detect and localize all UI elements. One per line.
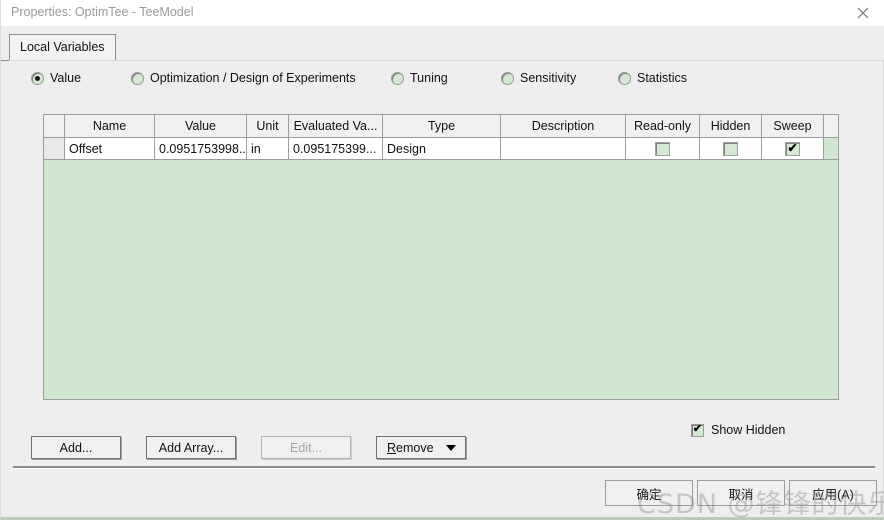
- radio-tuning-label: Tuning: [410, 71, 448, 85]
- cell-trailing: [824, 138, 838, 159]
- radio-tuning[interactable]: Tuning: [391, 66, 448, 90]
- grid-header-read-only[interactable]: Read-only: [626, 115, 700, 137]
- grid-empty-area[interactable]: [44, 160, 838, 399]
- remove-rest-label: emove: [396, 440, 434, 455]
- cell-sweep[interactable]: ✔: [762, 138, 824, 159]
- radio-statistics[interactable]: Statistics: [618, 66, 687, 90]
- footer-separator: [13, 466, 875, 469]
- sweep-check-icon: ✔: [787, 141, 798, 155]
- tab-local-variables[interactable]: Local Variables: [9, 34, 116, 61]
- grid-header-type[interactable]: Type: [383, 115, 501, 137]
- radio-statistics-mark: [618, 71, 631, 85]
- radio-tuning-mark: [391, 71, 404, 85]
- radio-optimization-doe-label: Optimization / Design of Experiments: [150, 71, 356, 85]
- grid-header-value[interactable]: Value: [155, 115, 247, 137]
- tab-underline-left: [1, 60, 9, 61]
- properties-dialog-window: Properties: OptimTee - TeeModel Local Va…: [0, 0, 884, 520]
- add-button-label: Add...: [59, 440, 93, 455]
- radio-value[interactable]: Value: [31, 66, 81, 90]
- radio-sensitivity-mark: [501, 71, 514, 85]
- table-row[interactable]: Offset 0.0951753998... in 0.095175399...…: [44, 138, 838, 160]
- grid-header-unit[interactable]: Unit: [247, 115, 289, 137]
- add-button[interactable]: Add...: [31, 436, 121, 459]
- row-selector-cell[interactable]: [44, 138, 65, 159]
- radio-sensitivity-label: Sensitivity: [520, 71, 577, 85]
- show-hidden-label: Show Hidden: [711, 423, 786, 437]
- grid-header-name[interactable]: Name: [65, 115, 155, 137]
- grid-header-hidden[interactable]: Hidden: [700, 115, 762, 137]
- tab-local-variables-label: Local Variables: [20, 40, 105, 54]
- show-hidden-check-icon: ✔: [692, 423, 703, 435]
- hidden-checkbox[interactable]: [723, 141, 738, 156]
- close-icon[interactable]: [841, 0, 884, 26]
- show-hidden-box: ✔: [691, 423, 704, 437]
- cell-value[interactable]: 0.0951753998...: [155, 138, 247, 159]
- cell-read-only[interactable]: [626, 138, 700, 159]
- cell-name[interactable]: Offset: [65, 138, 155, 159]
- cell-description[interactable]: [501, 138, 626, 159]
- radio-sensitivity[interactable]: Sensitivity: [501, 66, 576, 90]
- chevron-down-icon[interactable]: [446, 445, 456, 451]
- grid-header-evaluated-value[interactable]: Evaluated Va...: [289, 115, 383, 137]
- read-only-checkbox[interactable]: [655, 141, 670, 156]
- sweep-checkbox[interactable]: ✔: [785, 141, 800, 156]
- apply-button-label: 应用(A): [812, 487, 854, 502]
- radio-value-label: Value: [50, 71, 82, 85]
- grid-header-row: Name Value Unit Evaluated Va... Type Des…: [44, 115, 838, 138]
- title-bar: Properties: OptimTee - TeeModel: [1, 0, 884, 27]
- radio-optimization-doe[interactable]: Optimization / Design of Experiments: [131, 66, 356, 90]
- local-variables-grid[interactable]: Name Value Unit Evaluated Va... Type Des…: [43, 114, 839, 400]
- show-hidden-checkbox[interactable]: ✔ Show Hidden: [691, 421, 785, 439]
- apply-button[interactable]: 应用(A): [789, 480, 877, 506]
- mode-radio-group: Value Optimization / Design of Experimen…: [1, 66, 884, 94]
- cell-unit[interactable]: in: [247, 138, 289, 159]
- cell-hidden[interactable]: [700, 138, 762, 159]
- remove-button[interactable]: Remove: [376, 436, 466, 459]
- add-array-button-label: Add Array...: [158, 440, 224, 455]
- remove-accel-char: R: [387, 440, 397, 455]
- tab-underline: [1, 60, 884, 61]
- add-array-button[interactable]: Add Array...: [146, 436, 236, 459]
- cell-type[interactable]: Design: [383, 138, 501, 159]
- grid-header-trailing[interactable]: [824, 115, 838, 137]
- edit-button-label: Edit...: [290, 440, 322, 455]
- ok-button-label: 确定: [636, 487, 662, 502]
- window-title: Properties: OptimTee - TeeModel: [11, 5, 194, 19]
- edit-button: Edit...: [261, 436, 351, 459]
- ok-button[interactable]: 确定: [605, 480, 693, 506]
- radio-statistics-label: Statistics: [637, 71, 688, 85]
- radio-value-mark: [31, 71, 44, 85]
- radio-optimization-doe-mark: [131, 71, 144, 85]
- grid-header-description[interactable]: Description: [501, 115, 626, 137]
- remove-button-label: Remove: [387, 441, 434, 455]
- cancel-button[interactable]: 取消: [697, 480, 785, 506]
- grid-header-selector[interactable]: [44, 115, 65, 137]
- cancel-button-label: 取消: [728, 487, 754, 502]
- cell-evaluated-value[interactable]: 0.095175399...: [289, 138, 383, 159]
- grid-header-sweep[interactable]: Sweep: [762, 115, 824, 137]
- tab-bar: Local Variables: [1, 26, 884, 61]
